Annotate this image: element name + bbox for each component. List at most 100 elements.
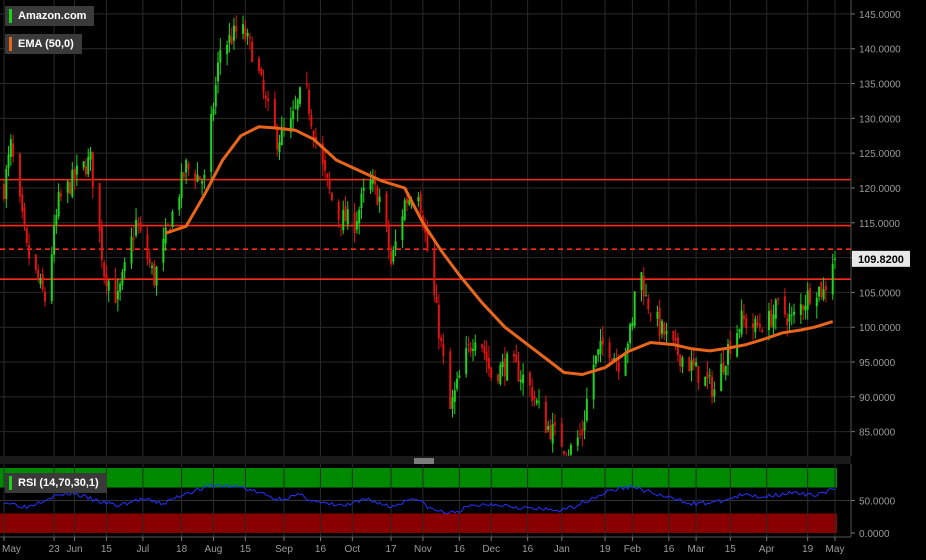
candle-down <box>770 309 773 327</box>
candle-down <box>802 305 805 310</box>
candle-up <box>522 374 525 384</box>
time-tick-label: 16 <box>454 544 466 555</box>
candle-down <box>84 166 87 175</box>
candle-down <box>672 330 675 341</box>
candle-up <box>713 389 716 397</box>
time-tick-label: 19 <box>599 544 611 555</box>
candle-down <box>433 248 436 295</box>
candle-up <box>708 375 711 377</box>
candle-down <box>579 433 582 435</box>
time-tick-label: 18 <box>176 544 188 555</box>
legend-ema[interactable]: EMA (50,0) <box>5 34 82 54</box>
time-tick-label: 16 <box>315 544 327 555</box>
candle-up <box>228 34 231 43</box>
time-tick-label: May <box>2 544 21 555</box>
candle-down <box>824 285 827 291</box>
candle-down <box>490 367 493 379</box>
candle-up <box>214 85 217 107</box>
candle-down <box>483 346 486 354</box>
candle-up <box>774 299 777 319</box>
candle-down <box>328 178 331 190</box>
candle-up <box>793 311 796 315</box>
candle-down <box>544 401 547 433</box>
candle-down <box>722 362 725 373</box>
candle-down <box>697 366 700 383</box>
time-tick-label: 16 <box>522 544 534 555</box>
candle-down <box>752 323 755 328</box>
rsi-pane <box>0 464 851 537</box>
candle-down <box>330 192 333 201</box>
candle-up <box>506 353 509 381</box>
candle-up <box>226 44 229 55</box>
candle-down <box>12 143 15 157</box>
time-tick-label: 23 <box>49 544 61 555</box>
candle-up <box>212 108 215 115</box>
candle-down <box>73 169 76 179</box>
candle-down <box>139 222 142 231</box>
candle-up <box>451 397 454 409</box>
time-tick-label: Aug <box>205 544 223 555</box>
candle-up <box>342 210 345 231</box>
candle-down <box>449 351 452 409</box>
candle-down <box>647 298 650 310</box>
candle-up <box>89 151 92 160</box>
time-tick-label: 15 <box>240 544 252 555</box>
candle-down <box>34 254 37 270</box>
candle-up <box>346 209 349 225</box>
candle-down <box>264 95 267 99</box>
candle-down <box>59 193 62 197</box>
candle-up <box>720 363 723 392</box>
candle-up <box>815 297 818 307</box>
candle-up <box>501 361 504 368</box>
candle-down <box>528 372 531 386</box>
legend-rsi-label: RSI (14,70,30,1) <box>18 477 99 489</box>
time-tick-label: Nov <box>414 544 432 555</box>
candle-down <box>37 269 40 280</box>
candle-down <box>642 276 645 297</box>
time-tick-label: Jan <box>554 544 570 555</box>
candle-up <box>360 193 363 209</box>
legend-rsi[interactable]: RSI (14,70,30,1) <box>5 473 107 493</box>
candle-up <box>210 114 213 172</box>
candle-down <box>353 212 356 234</box>
candle-up <box>298 87 301 104</box>
candle-up <box>453 390 456 402</box>
candle-up <box>116 290 119 300</box>
candle-down <box>515 354 518 363</box>
candle-up <box>631 322 634 327</box>
candle-up <box>119 283 122 292</box>
time-tick-label: 15 <box>101 544 113 555</box>
legend-main-series[interactable]: Amazon.com <box>5 6 95 26</box>
candle-down <box>742 315 745 320</box>
candle-up <box>107 280 110 291</box>
candle-down <box>18 153 21 197</box>
candle-up <box>39 278 42 285</box>
price-tick-label: 115.0000 <box>859 219 900 230</box>
candle-up <box>296 99 299 110</box>
candle-up <box>772 314 775 328</box>
price-tick-label: 140.0000 <box>859 45 901 56</box>
candle-down <box>390 250 393 265</box>
candle-up <box>135 219 138 236</box>
rsi-overbought-zone <box>0 468 837 488</box>
candle-up <box>645 295 648 297</box>
candle-down <box>497 374 500 382</box>
price-tick-label: 90.0000 <box>859 393 896 404</box>
time-tick-label: 15 <box>725 544 737 555</box>
time-tick-label: 16 <box>663 544 675 555</box>
candle-down <box>440 337 443 341</box>
time-tick-label: Jun <box>67 544 83 555</box>
candle-up <box>401 216 404 241</box>
candle-down <box>267 98 270 102</box>
candle-up <box>804 305 807 311</box>
candle-down <box>531 387 534 401</box>
candle-down <box>310 115 313 127</box>
candle-down <box>25 228 28 244</box>
candle-up <box>458 375 461 379</box>
price-tick-label: 100.0000 <box>859 323 901 334</box>
candle-up <box>599 340 602 355</box>
candle-down <box>28 245 31 259</box>
candle-up <box>656 312 659 319</box>
candle-up <box>585 398 588 421</box>
candle-up <box>695 362 698 367</box>
